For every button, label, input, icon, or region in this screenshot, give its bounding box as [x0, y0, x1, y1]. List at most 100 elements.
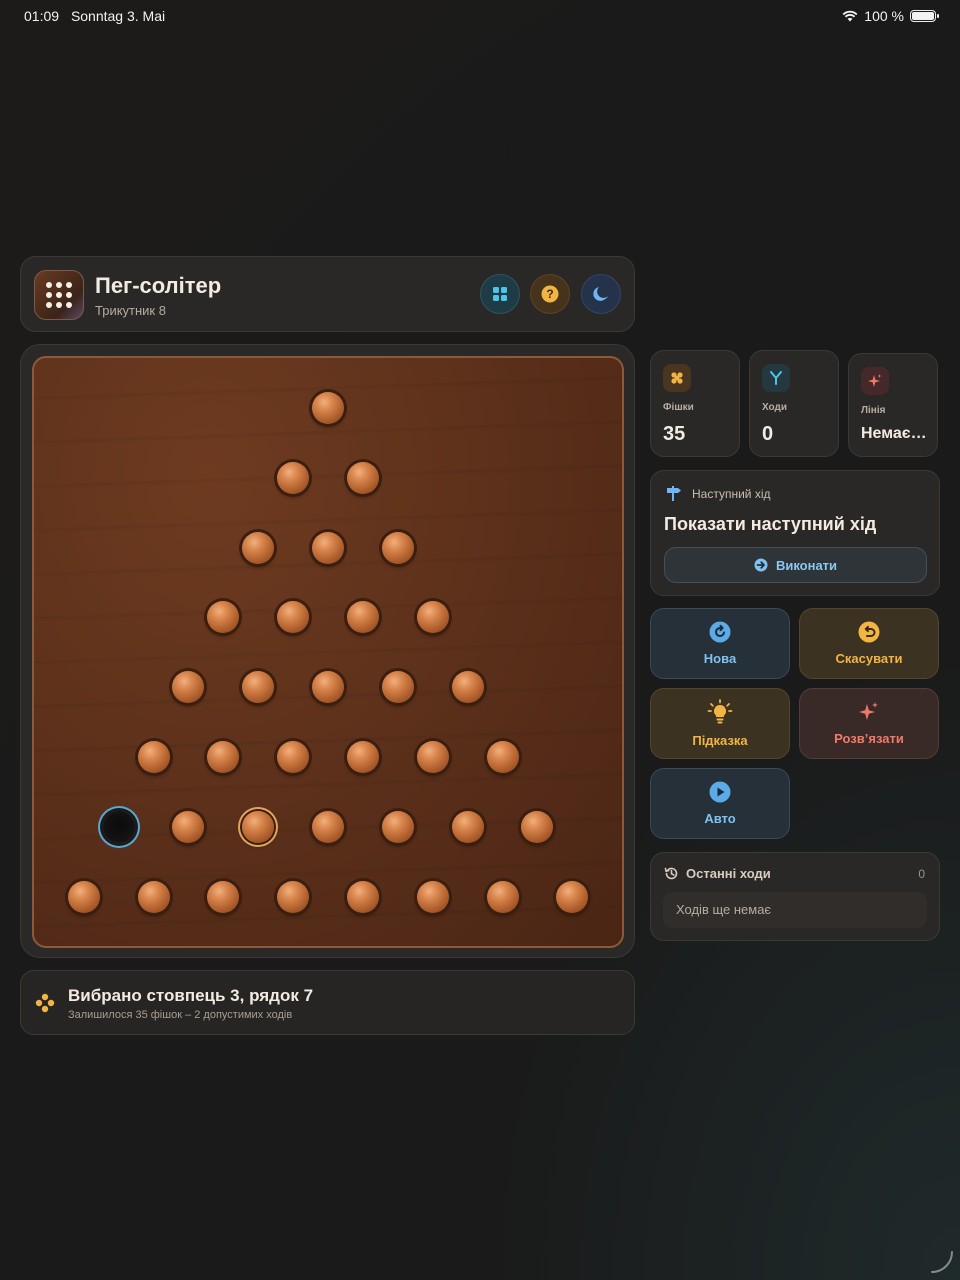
signpost-icon: [667, 486, 681, 501]
undo-button[interactable]: Скасувати: [799, 608, 939, 679]
status-time: 01:09: [24, 8, 60, 24]
execute-label: Виконати: [775, 557, 838, 573]
app-subtitle: Трикутник 8: [95, 303, 166, 318]
pegs-icon: [35, 993, 55, 1013]
next-move-card: Наступний хід Показати наступний хід Вик…: [650, 470, 940, 596]
recent-moves-title: Останні ходи: [686, 866, 771, 881]
peg[interactable]: [381, 671, 414, 704]
selection-status-card: Вибрано стовпець 3, рядок 7 Залишилося 3…: [20, 970, 635, 1035]
peg[interactable]: [346, 601, 379, 634]
peg[interactable]: [312, 531, 344, 564]
arrow-circle-icon: [754, 558, 768, 572]
app-title: Пег-солітер: [95, 273, 222, 298]
peg[interactable]: [451, 671, 484, 704]
lightbulb-icon: [707, 699, 733, 724]
stat-line: Лінія Немає…: [848, 353, 938, 457]
peg[interactable]: [381, 810, 414, 843]
help-button[interactable]: ?: [530, 274, 570, 314]
play-icon: [709, 781, 731, 803]
resize-handle-icon: [931, 1251, 953, 1273]
peg[interactable]: [277, 880, 310, 913]
recent-moves-card: Останні ходи 0 Ходів ще немає: [650, 852, 940, 941]
auto-play-label: Авто: [704, 811, 736, 826]
peg[interactable]: [277, 741, 310, 773]
peg[interactable]: [451, 810, 484, 843]
grid-icon: [493, 287, 507, 301]
history-icon: [664, 867, 678, 880]
peg[interactable]: [346, 741, 379, 773]
pegs-icon: [663, 364, 691, 392]
next-move-label: Наступний хід: [692, 487, 771, 501]
system-status-bar: 01:09 Sonntag 3. Mai 100 %: [0, 0, 960, 30]
peg[interactable]: [346, 461, 379, 494]
stat-label: Фішки: [663, 402, 694, 413]
restart-icon: [709, 621, 731, 643]
battery-percent: 100 %: [864, 8, 904, 24]
peg[interactable]: [312, 671, 344, 704]
peg[interactable]: [381, 531, 414, 564]
peg[interactable]: [556, 880, 589, 913]
peg[interactable]: [137, 741, 170, 773]
solve-button[interactable]: Розв’язати: [799, 688, 939, 759]
peg[interactable]: [137, 880, 170, 913]
theme-toggle-button[interactable]: [581, 274, 621, 314]
execute-button[interactable]: Виконати: [664, 547, 927, 583]
new-game-button[interactable]: Нова: [650, 608, 790, 679]
header-card: Пег-солітер Трикутник 8 ?: [20, 256, 635, 332]
peg[interactable]: [346, 880, 379, 913]
board-container: [20, 344, 635, 958]
peg[interactable]: [416, 880, 449, 913]
help-icon: ?: [541, 285, 559, 303]
stat-pegs: Фішки 35: [650, 350, 740, 457]
peg[interactable]: [172, 810, 205, 843]
peg[interactable]: [242, 671, 275, 704]
recent-moves-count: 0: [918, 867, 925, 881]
battery-level: [912, 12, 934, 20]
peg[interactable]: [207, 880, 240, 913]
peg[interactable]: [207, 741, 240, 773]
peg[interactable]: [312, 810, 344, 843]
recent-moves-empty: Ходів ще немає: [663, 892, 927, 928]
peg[interactable]: [242, 531, 275, 564]
new-game-label: Нова: [703, 651, 737, 666]
peg[interactable]: [416, 601, 449, 634]
stat-value: 35: [663, 423, 686, 445]
auto-play-button[interactable]: Авто: [650, 768, 790, 839]
game-board: [32, 356, 624, 948]
peg[interactable]: [486, 741, 519, 773]
peg[interactable]: [242, 810, 275, 843]
peg[interactable]: [277, 461, 310, 494]
dots-grid-icon: [34, 270, 84, 320]
stat-moves: Ходи 0: [749, 350, 839, 457]
fork-icon: [762, 364, 790, 392]
hint-label: Підказка: [692, 733, 748, 748]
peg[interactable]: [486, 880, 519, 913]
peg[interactable]: [67, 880, 100, 913]
undo-label: Скасувати: [835, 651, 903, 666]
wifi-icon: [842, 10, 858, 22]
selection-title: Вибрано стовпець 3, рядок 7: [68, 986, 314, 1005]
next-move-title: Показати наступний хід: [664, 514, 877, 534]
peg[interactable]: [312, 392, 344, 424]
svg-text:?: ?: [546, 287, 553, 301]
moon-icon: [593, 287, 608, 301]
peg[interactable]: [521, 810, 554, 843]
solve-label: Розв’язати: [834, 731, 904, 746]
sparkle-icon: [859, 702, 878, 720]
hint-button[interactable]: Підказка: [650, 688, 790, 759]
stat-label: Лінія: [861, 405, 886, 416]
sparkle-icon: [861, 367, 889, 395]
stat-value: 0: [762, 423, 774, 445]
peg[interactable]: [172, 671, 205, 704]
empty-hole[interactable]: [102, 810, 135, 843]
battery-icon: [910, 10, 939, 22]
selection-subtitle: Залишилося 35 фішок – 2 допустимих ходів: [68, 1009, 293, 1021]
peg[interactable]: [416, 741, 449, 773]
board-select-button[interactable]: [480, 274, 520, 314]
stat-value: Немає…: [861, 425, 927, 442]
peg[interactable]: [207, 601, 240, 634]
peg[interactable]: [277, 601, 310, 634]
undo-icon: [858, 621, 880, 643]
status-date: Sonntag 3. Mai: [70, 8, 166, 24]
stat-label: Ходи: [762, 402, 788, 413]
